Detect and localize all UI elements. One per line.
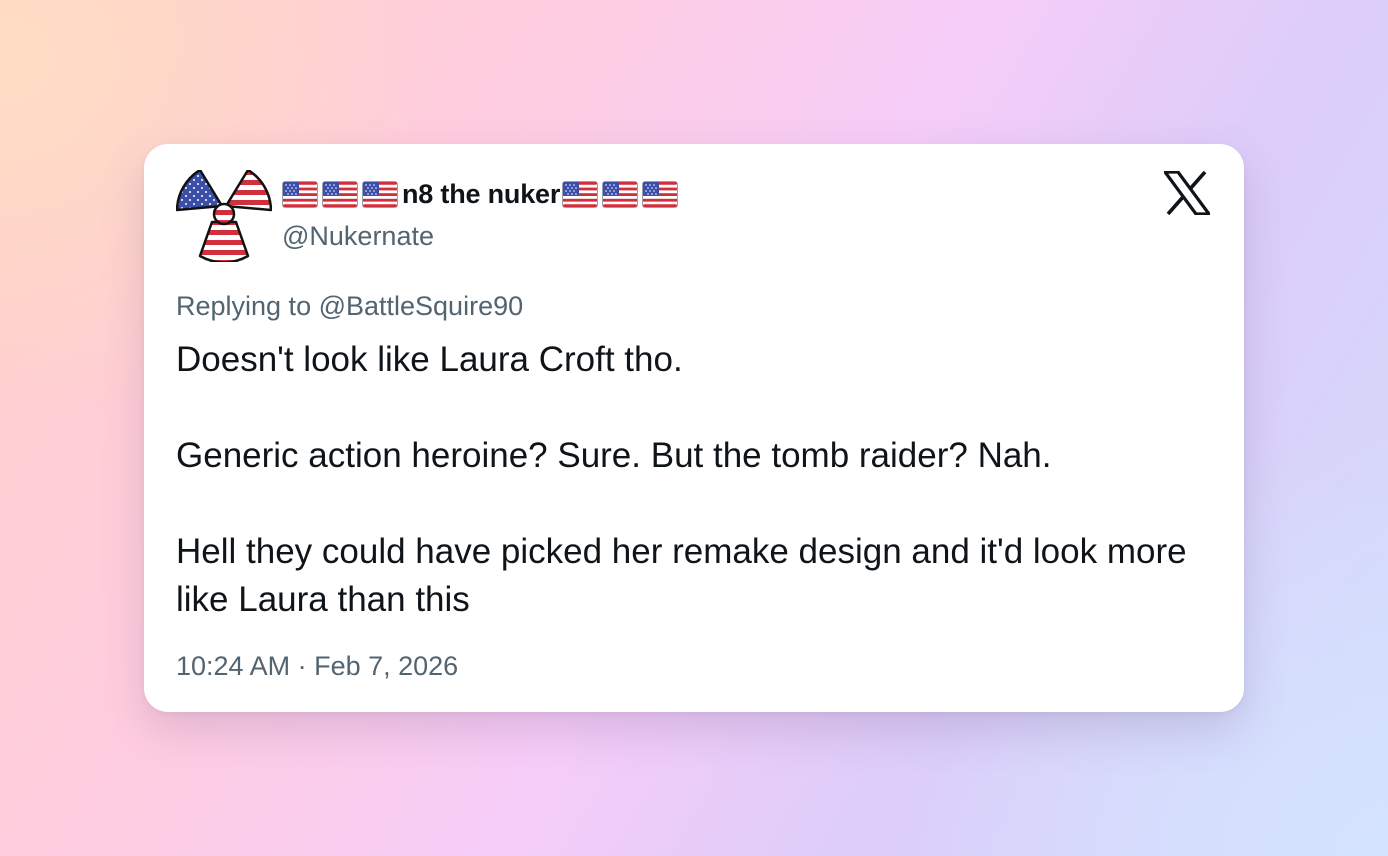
display-name[interactable]: n8 the nuker bbox=[402, 179, 560, 210]
us-flag-icon bbox=[562, 181, 598, 208]
radiation-trefoil-icon bbox=[175, 168, 273, 264]
tweet-timestamp[interactable]: 10:24 AM · Feb 7, 2026 bbox=[176, 651, 458, 682]
tweet-paragraph: Hell they could have picked her remake d… bbox=[176, 532, 1187, 619]
x-logo-icon[interactable] bbox=[1161, 170, 1213, 216]
us-flag-icon bbox=[602, 181, 638, 208]
avatar[interactable] bbox=[175, 168, 273, 264]
tweet-paragraph: Doesn't look like Laura Croft tho. bbox=[176, 340, 683, 379]
us-flag-icon bbox=[282, 181, 318, 208]
tweet-card[interactable]: n8 the nuker @Nukernate Replying to @Bat… bbox=[144, 144, 1244, 712]
us-flag-icon bbox=[322, 181, 358, 208]
display-name-row[interactable]: n8 the nuker bbox=[282, 177, 682, 211]
us-flag-icon bbox=[642, 181, 678, 208]
tweet-paragraph: Generic action heroine? Sure. But the to… bbox=[176, 436, 1052, 475]
tweet-text: Doesn't look like Laura Croft tho. Gener… bbox=[176, 336, 1216, 624]
replying-to-line[interactable]: Replying to @BattleSquire90 bbox=[176, 291, 523, 322]
us-flag-icon bbox=[362, 181, 398, 208]
user-handle[interactable]: @Nukernate bbox=[282, 221, 434, 252]
